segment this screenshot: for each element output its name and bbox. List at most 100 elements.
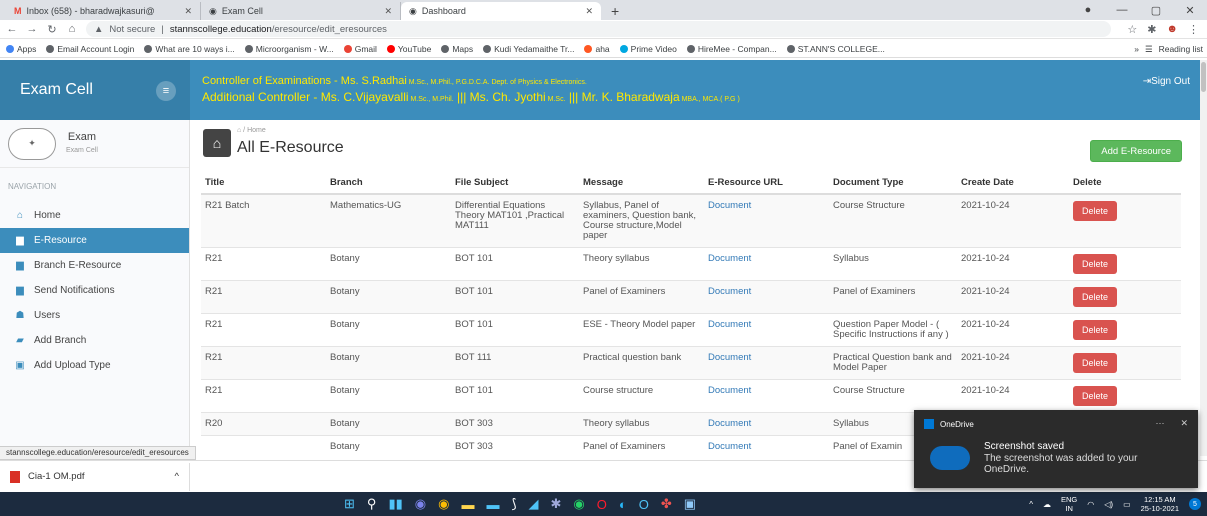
delete-button[interactable]: Delete xyxy=(1073,320,1117,340)
download-item[interactable]: Cia-1 OM.pdf ^ xyxy=(6,462,190,491)
delete-button[interactable]: Delete xyxy=(1073,386,1117,406)
delete-button[interactable]: Delete xyxy=(1073,254,1117,274)
bookmark-item[interactable]: What are 10 ways i... xyxy=(144,44,235,54)
forward-arrow-icon[interactable]: → xyxy=(26,23,38,35)
app-icon[interactable]: ✤ xyxy=(661,496,672,512)
bookmark-item[interactable]: Prime Video xyxy=(619,44,677,54)
new-tab-button[interactable]: + xyxy=(601,2,629,20)
table-row: R21 Botany BOT 101 Theory syllabus Document S… xyxy=(201,247,1181,281)
notification-badge[interactable]: 5 xyxy=(1189,498,1201,510)
bookmark-item[interactable]: Microorganism - W... xyxy=(244,44,334,54)
app-icon[interactable]: ⟆ xyxy=(511,496,516,512)
windows-start-icon[interactable]: ⊞ xyxy=(344,496,355,512)
cortana-icon[interactable]: O xyxy=(639,497,649,512)
extension-icon[interactable]: ✱ xyxy=(1147,23,1156,36)
bookmark-item[interactable]: aha xyxy=(584,44,610,54)
app-icon[interactable]: ◢ xyxy=(529,496,539,512)
sidebar-item-home[interactable]: ⌂ Home xyxy=(0,203,189,228)
bookmark-item[interactable]: Apps xyxy=(6,44,36,54)
home-icon[interactable]: ⌂ xyxy=(66,23,78,35)
cloud-icon[interactable]: ☁ xyxy=(1043,500,1051,509)
sidebar-item-add-branch[interactable]: ▰ Add Branch xyxy=(0,328,189,353)
sign-out-link[interactable]: ⇥Sign Out xyxy=(1143,75,1190,89)
sidebar-item-branch-e-resource[interactable]: ▆ Branch E-Resource xyxy=(0,253,189,278)
url-field[interactable]: ▲ Not secure | stannscollege.education/e… xyxy=(86,21,1112,37)
battery-icon[interactable]: ▭ xyxy=(1123,500,1131,509)
tab-dashboard[interactable]: ◉ Dashboard ✕ xyxy=(401,2,601,20)
table-cell: Botany xyxy=(326,247,451,281)
tab-exam-cell[interactable]: ◉ Exam Cell ✕ xyxy=(201,2,401,20)
delete-button[interactable]: Delete xyxy=(1073,353,1117,373)
edge-icon[interactable]: ◐ xyxy=(619,497,627,512)
document-link[interactable]: Document xyxy=(708,200,751,211)
maximize-button[interactable]: ▢ xyxy=(1139,4,1173,17)
file-explorer-icon[interactable]: ▬ xyxy=(461,497,474,512)
document-link[interactable]: Document xyxy=(708,286,751,297)
store-icon[interactable]: ▬ xyxy=(486,497,499,512)
page-scrollbar[interactable] xyxy=(1200,60,1207,456)
reading-list-button[interactable]: Reading list xyxy=(1159,44,1203,54)
close-icon[interactable]: ✕ xyxy=(384,6,392,17)
close-icon[interactable]: ✕ xyxy=(184,6,192,17)
app-icon[interactable]: ✱ xyxy=(551,496,562,512)
breadcrumb[interactable]: ⌂ / Home xyxy=(237,127,266,134)
sidebar-item-e-resource[interactable]: ▆ E-Resource xyxy=(0,228,189,253)
star-icon[interactable]: ☆ xyxy=(1127,23,1137,36)
minimize-button[interactable]: — xyxy=(1105,4,1139,16)
bookmarks-bar: Apps Email Account Login What are 10 ways … xyxy=(0,40,1207,58)
toast-more-button[interactable]: ··· xyxy=(1155,418,1164,429)
bookmark-item[interactable]: HireMee - Compan... xyxy=(686,44,777,54)
search-icon[interactable]: ⚲ xyxy=(367,496,377,512)
bookmark-item[interactable]: YouTube xyxy=(386,44,431,54)
close-window-button[interactable]: ✕ xyxy=(1173,4,1207,17)
table-cell: R21 xyxy=(201,346,326,380)
document-link[interactable]: Document xyxy=(708,253,751,264)
bookmark-item[interactable]: Maps xyxy=(441,44,473,54)
document-link[interactable]: Document xyxy=(708,418,751,429)
whatsapp-icon[interactable]: ◉ xyxy=(573,496,584,512)
document-link[interactable]: Document xyxy=(708,385,751,396)
more-bookmarks[interactable]: » xyxy=(1134,44,1139,54)
sidebar-item-add-upload-type[interactable]: ▣ Add Upload Type xyxy=(0,353,189,378)
profile-dot-icon[interactable]: ● xyxy=(1071,4,1105,16)
sidebar-item-send-notifications[interactable]: ▆ Send Notifications xyxy=(0,278,189,303)
table-cell: Botany xyxy=(326,412,451,436)
close-icon[interactable]: ✕ xyxy=(585,6,593,17)
sidebar-toggle-icon[interactable]: ≡ xyxy=(156,81,176,101)
back-arrow-icon[interactable]: ← xyxy=(6,23,18,35)
task-view-icon[interactable]: ▮▮ xyxy=(388,496,402,512)
wifi-icon[interactable]: ◠ xyxy=(1087,500,1094,509)
clock[interactable]: 12:15 AM 25-10-2021 xyxy=(1141,495,1179,513)
menu-icon[interactable]: ⋮ xyxy=(1188,23,1199,36)
scrollbar-thumb[interactable] xyxy=(1201,62,1206,92)
document-link[interactable]: Document xyxy=(708,319,751,330)
delete-button[interactable]: Delete xyxy=(1073,201,1117,221)
app-icon[interactable]: ▣ xyxy=(684,496,696,512)
chevron-up-icon[interactable]: ^ xyxy=(175,471,179,482)
table-cell: Botany xyxy=(326,346,451,380)
document-link[interactable]: Document xyxy=(708,441,751,452)
bookmark-item[interactable]: Kudi Yedamaithe Tr... xyxy=(483,44,574,54)
sidebar-item-users[interactable]: ☗ Users xyxy=(0,303,189,328)
table-cell: Panel of Examiners xyxy=(579,280,704,314)
app-brand[interactable]: Exam Cell ≡ xyxy=(0,60,190,120)
bookmark-item[interactable]: Gmail xyxy=(343,44,377,54)
bookmark-item[interactable]: ST.ANN'S COLLEGE... xyxy=(786,44,885,54)
chrome-icon[interactable]: ◉ xyxy=(438,496,449,512)
add-e-resource-button[interactable]: Add E-Resource xyxy=(1090,140,1182,162)
opera-icon[interactable]: O xyxy=(597,497,607,512)
avatar[interactable]: ☻ xyxy=(1166,23,1178,36)
document-link[interactable]: Document xyxy=(708,352,751,363)
bookmark-item[interactable]: Email Account Login xyxy=(46,44,134,54)
delete-button[interactable]: Delete xyxy=(1073,287,1117,307)
table-cell: Theory syllabus xyxy=(579,247,704,281)
address-bar-row: ← → ↻ ⌂ ▲ Not secure | stannscollege.edu… xyxy=(0,20,1207,39)
chevron-up-icon[interactable]: ^ xyxy=(1029,500,1033,509)
onedrive-notification[interactable]: OneDrive ··· ✕ Screenshot saved The scre… xyxy=(914,410,1198,488)
reload-icon[interactable]: ↻ xyxy=(46,23,58,36)
language-indicator[interactable]: ENG IN xyxy=(1061,495,1077,513)
teams-icon[interactable]: ◉ xyxy=(415,496,426,512)
volume-icon[interactable]: ◁) xyxy=(1104,500,1113,509)
toast-close-button[interactable]: ✕ xyxy=(1180,418,1188,429)
tab-inbox[interactable]: M Inbox (658) - bharadwajkasuri@ ✕ xyxy=(6,2,201,20)
